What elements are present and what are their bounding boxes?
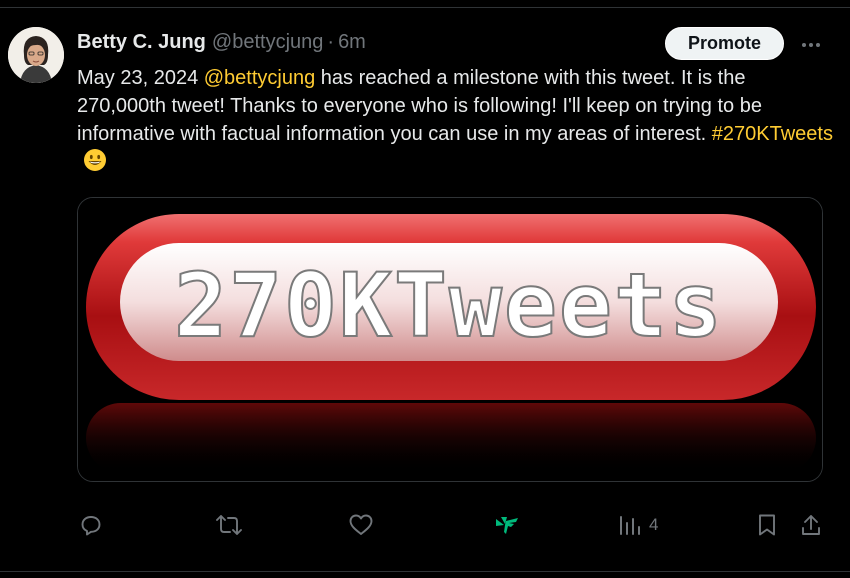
milestone-banner-image: 270KTweets [78,198,822,481]
hashtag-link[interactable]: #270KTweets [712,123,833,145]
header-separator: · [327,30,335,53]
views-count: 4 [649,515,659,534]
share-icon[interactable] [800,510,822,540]
tweet-header: Betty C. Jung @bettycjung · 6m [77,30,366,54]
tweet-media[interactable]: 270KTweets [77,197,823,482]
retweet-icon[interactable] [216,510,242,540]
grinning-face-icon [83,148,107,180]
tweet-text: May 23, 2024 @bettycjung has reached a m… [77,64,837,180]
tweet-actions: 4 [0,510,850,540]
more-icon[interactable] [797,31,825,59]
tweet-date-text: May 23, 2024 [77,67,204,89]
avatar-image [8,27,64,83]
promote-button[interactable]: Promote [665,27,784,60]
heart-icon[interactable] [348,510,374,540]
banner-text: 270KTweets [174,254,724,357]
top-divider [0,7,850,8]
bottom-divider [0,571,850,572]
author-handle[interactable]: @bettycjung [212,31,323,54]
bookmark-icon[interactable] [756,510,778,540]
author-name[interactable]: Betty C. Jung [77,31,206,54]
mention-link[interactable]: @bettycjung [204,67,315,89]
avatar[interactable] [8,27,64,83]
reply-icon[interactable] [79,510,103,540]
grok-icon[interactable] [494,510,520,540]
analytics-icon[interactable]: 4 [619,510,658,540]
timestamp[interactable]: 6m [338,31,366,54]
